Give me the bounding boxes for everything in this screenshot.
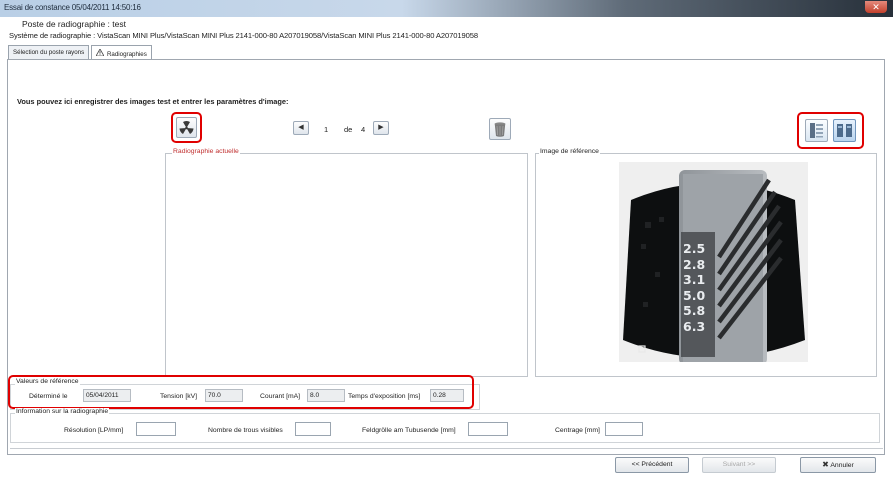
arrow-left-icon: ◀	[298, 124, 304, 131]
acquire-button[interactable]	[176, 117, 197, 138]
layout-split-icon	[834, 124, 855, 143]
pager-separator: de	[344, 125, 353, 134]
step-label: 5.8	[683, 303, 706, 319]
view-single-button[interactable]	[805, 119, 828, 142]
warning-icon	[95, 48, 105, 58]
reference-image-label: Image de référence	[539, 148, 600, 155]
layout-list-icon	[806, 123, 827, 143]
determined-label: Déterminé le	[29, 393, 68, 400]
field-size-label: Feldgrölle am Tubusende [mm]	[362, 427, 456, 434]
current-radiograph-label: Radiographie actuelle	[172, 148, 240, 155]
cancel-icon: ✖	[822, 460, 829, 469]
system-label: Système de radiographie : VistaScan MINI…	[9, 31, 478, 40]
exposure-field: 0.28	[430, 389, 464, 402]
reference-values-label: Valeurs de référence	[15, 378, 80, 385]
reference-image	[619, 162, 808, 365]
cancel-button[interactable]: ✖ Annuler	[800, 457, 876, 473]
close-icon: ✕	[872, 2, 880, 12]
arrow-right-icon: ▶	[378, 124, 384, 131]
step-label: 2.5	[683, 241, 706, 256]
field-size-input[interactable]	[468, 422, 508, 436]
exposure-label: Temps d'exposition [ms]	[348, 393, 421, 400]
footer-separator	[10, 448, 883, 449]
tab-station-selection[interactable]: Sélection du poste rayons	[8, 45, 90, 59]
voltage-label: Tension [kV]	[160, 393, 198, 400]
radiation-icon	[177, 121, 196, 139]
window-title: Essai de constance 05/04/2011 14:50:16	[4, 3, 141, 12]
pager-total: 4	[361, 125, 366, 134]
close-button[interactable]: ✕	[865, 1, 887, 13]
tab-label: Radiographies	[106, 51, 147, 58]
previous-image-button[interactable]: ◀	[293, 121, 309, 135]
visible-holes-label: Nombre de trous visibles	[208, 427, 283, 434]
previous-button[interactable]: << Précédent	[615, 457, 689, 473]
tab-label: Sélection du poste rayons	[13, 49, 85, 56]
instruction-text: Vous pouvez ici enregistrer des images t…	[17, 97, 289, 106]
tab-radiographs[interactable]: Radiographies	[91, 45, 152, 60]
pager-current: 1	[324, 125, 329, 134]
current-radiograph-group	[165, 153, 528, 377]
current-field: 8.0	[307, 389, 345, 402]
delete-image-button[interactable]	[489, 118, 511, 140]
visible-holes-input[interactable]	[295, 422, 331, 436]
step-label: 6.3	[683, 318, 706, 334]
title-bar: Essai de constance 05/04/2011 14:50:16 ✕	[0, 0, 893, 17]
trash-icon	[490, 122, 510, 141]
voltage-field: 70.0	[205, 389, 243, 402]
current-label: Courant [mA]	[260, 393, 301, 400]
centering-label: Centrage [mm]	[555, 427, 600, 434]
step-label: 5.0	[683, 287, 706, 303]
station-label: Poste de radiographie : test	[22, 19, 126, 29]
view-split-button[interactable]	[833, 119, 856, 142]
step-label: 2.8	[683, 256, 706, 272]
resolution-input[interactable]	[136, 422, 176, 436]
resolution-label: Résolution [LP/mm]	[64, 427, 124, 434]
next-button[interactable]: Suivant >>	[702, 457, 776, 473]
centering-input[interactable]	[605, 422, 643, 436]
step-label: 3.1	[683, 272, 706, 288]
reference-image-numbers: 2.5 2.8 3.1 5.0 5.8 6.3	[683, 241, 713, 335]
radiograph-info-label: Information sur la radiographie	[15, 408, 110, 415]
next-image-button[interactable]: ▶	[373, 121, 389, 135]
cancel-label: Annuler	[830, 462, 854, 469]
tab-strip: Sélection du poste rayons Radiographies	[8, 45, 154, 60]
determined-field: 05/04/2011	[83, 389, 131, 402]
